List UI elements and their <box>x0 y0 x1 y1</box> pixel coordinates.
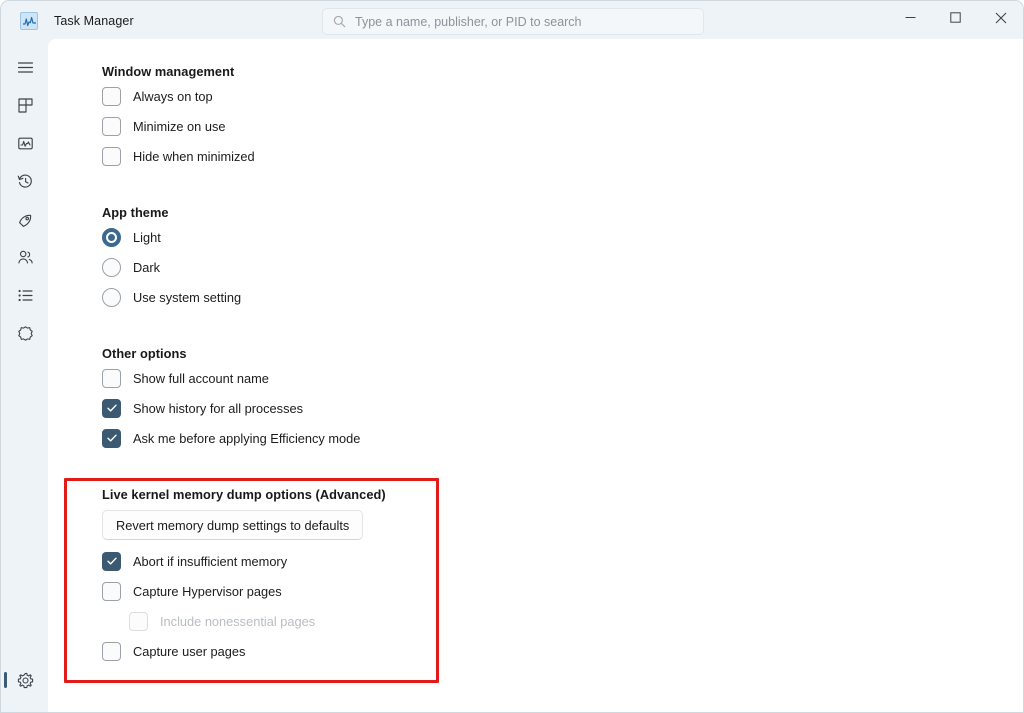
checkbox-row-ask-before-efficiency-mode[interactable]: Ask me before applying Efficiency mode <box>102 423 360 453</box>
checkbox-row-show-history-for-all-processes[interactable]: Show history for all processes <box>102 393 360 423</box>
checkbox-row-hide-when-minimized[interactable]: Hide when minimized <box>102 141 255 171</box>
close-button[interactable] <box>978 1 1023 34</box>
checkbox-hide-when-minimized[interactable] <box>102 147 121 166</box>
checkbox-row-capture-user-pages[interactable]: Capture user pages <box>102 636 386 666</box>
check-icon <box>106 402 118 414</box>
checkbox-label: Show history for all processes <box>133 401 303 416</box>
maximize-icon <box>950 12 961 23</box>
performance-chart-icon <box>17 135 34 152</box>
section-title: Live kernel memory dump options (Advance… <box>102 487 386 502</box>
checkbox-include-nonessential-pages <box>129 612 148 631</box>
checkbox-row-show-full-account-name[interactable]: Show full account name <box>102 363 360 393</box>
settings-content: Window management Always on top Minimize… <box>48 39 1024 713</box>
radio-dot <box>108 234 115 241</box>
section-live-kernel-memory-dump: Live kernel memory dump options (Advance… <box>102 487 386 666</box>
radio-label: Dark <box>133 260 160 275</box>
section-title: Other options <box>102 346 360 361</box>
nav-menu-toggle[interactable] <box>2 48 48 86</box>
close-icon <box>995 12 1007 24</box>
search-input[interactable] <box>355 15 685 29</box>
minimize-icon <box>905 12 916 23</box>
sidebar <box>2 41 48 713</box>
revert-memory-dump-settings-button[interactable]: Revert memory dump settings to defaults <box>102 510 363 540</box>
checkbox-label: Abort if insufficient memory <box>133 554 287 569</box>
check-icon <box>106 432 118 444</box>
radio-dark[interactable] <box>102 258 121 277</box>
section-other-options: Other options Show full account name Sho… <box>102 346 360 453</box>
nav-processes[interactable] <box>2 86 48 124</box>
checkbox-always-on-top[interactable] <box>102 87 121 106</box>
checkbox-row-abort-if-insufficient-memory[interactable]: Abort if insufficient memory <box>102 546 386 576</box>
checkbox-label: Capture Hypervisor pages <box>133 584 282 599</box>
nav-app-history[interactable] <box>2 162 48 200</box>
nav-users[interactable] <box>2 238 48 276</box>
nav-startup-apps[interactable] <box>2 200 48 238</box>
section-title: App theme <box>102 205 241 220</box>
checkbox-capture-user-pages[interactable] <box>102 642 121 661</box>
nav-details[interactable] <box>2 276 48 314</box>
checkbox-row-always-on-top[interactable]: Always on top <box>102 81 255 111</box>
processes-grid-icon <box>17 97 34 114</box>
search-box[interactable] <box>322 8 704 35</box>
task-manager-chart-icon <box>20 12 38 30</box>
checkbox-label: Always on top <box>133 89 213 104</box>
nav-services[interactable] <box>2 314 48 352</box>
nav-settings[interactable] <box>2 661 48 699</box>
nav-performance[interactable] <box>2 124 48 162</box>
details-list-icon <box>17 287 34 304</box>
users-people-icon <box>17 249 34 266</box>
checkbox-label: Capture user pages <box>133 644 245 659</box>
checkbox-label: Ask me before applying Efficiency mode <box>133 431 360 446</box>
settings-gear-icon <box>17 672 34 689</box>
radio-row-light[interactable]: Light <box>102 222 241 252</box>
checkbox-row-capture-hypervisor-pages[interactable]: Capture Hypervisor pages <box>102 576 386 606</box>
radio-light[interactable] <box>102 228 121 247</box>
radio-label: Light <box>133 230 161 245</box>
checkbox-label: Hide when minimized <box>133 149 255 164</box>
services-gear-icon <box>17 325 34 342</box>
checkbox-show-history-for-all-processes[interactable] <box>102 399 121 418</box>
checkbox-label: Show full account name <box>133 371 269 386</box>
task-manager-window: Task Manager <box>0 0 1024 713</box>
maximize-button[interactable] <box>933 1 978 34</box>
checkbox-minimize-on-use[interactable] <box>102 117 121 136</box>
checkbox-ask-before-efficiency-mode[interactable] <box>102 429 121 448</box>
section-app-theme: App theme Light Dark Use system setting <box>102 205 241 312</box>
startup-apps-rocket-icon <box>17 211 34 228</box>
hamburger-menu-icon <box>17 59 34 76</box>
checkbox-abort-if-insufficient-memory[interactable] <box>102 552 121 571</box>
section-title: Window management <box>102 64 255 79</box>
checkbox-label: Include nonessential pages <box>160 614 315 629</box>
app-title: Task Manager <box>54 14 134 28</box>
check-icon <box>106 555 118 567</box>
checkbox-label: Minimize on use <box>133 119 225 134</box>
selection-indicator <box>4 672 7 688</box>
checkbox-row-include-nonessential-pages: Include nonessential pages <box>129 606 386 636</box>
minimize-button[interactable] <box>888 1 933 34</box>
radio-row-use-system-setting[interactable]: Use system setting <box>102 282 241 312</box>
section-window-management: Window management Always on top Minimize… <box>102 64 255 171</box>
app-history-clock-icon <box>17 173 34 190</box>
radio-use-system-setting[interactable] <box>102 288 121 307</box>
search-icon <box>333 15 346 28</box>
checkbox-capture-hypervisor-pages[interactable] <box>102 582 121 601</box>
radio-label: Use system setting <box>133 290 241 305</box>
checkbox-row-minimize-on-use[interactable]: Minimize on use <box>102 111 255 141</box>
checkbox-show-full-account-name[interactable] <box>102 369 121 388</box>
radio-row-dark[interactable]: Dark <box>102 252 241 282</box>
